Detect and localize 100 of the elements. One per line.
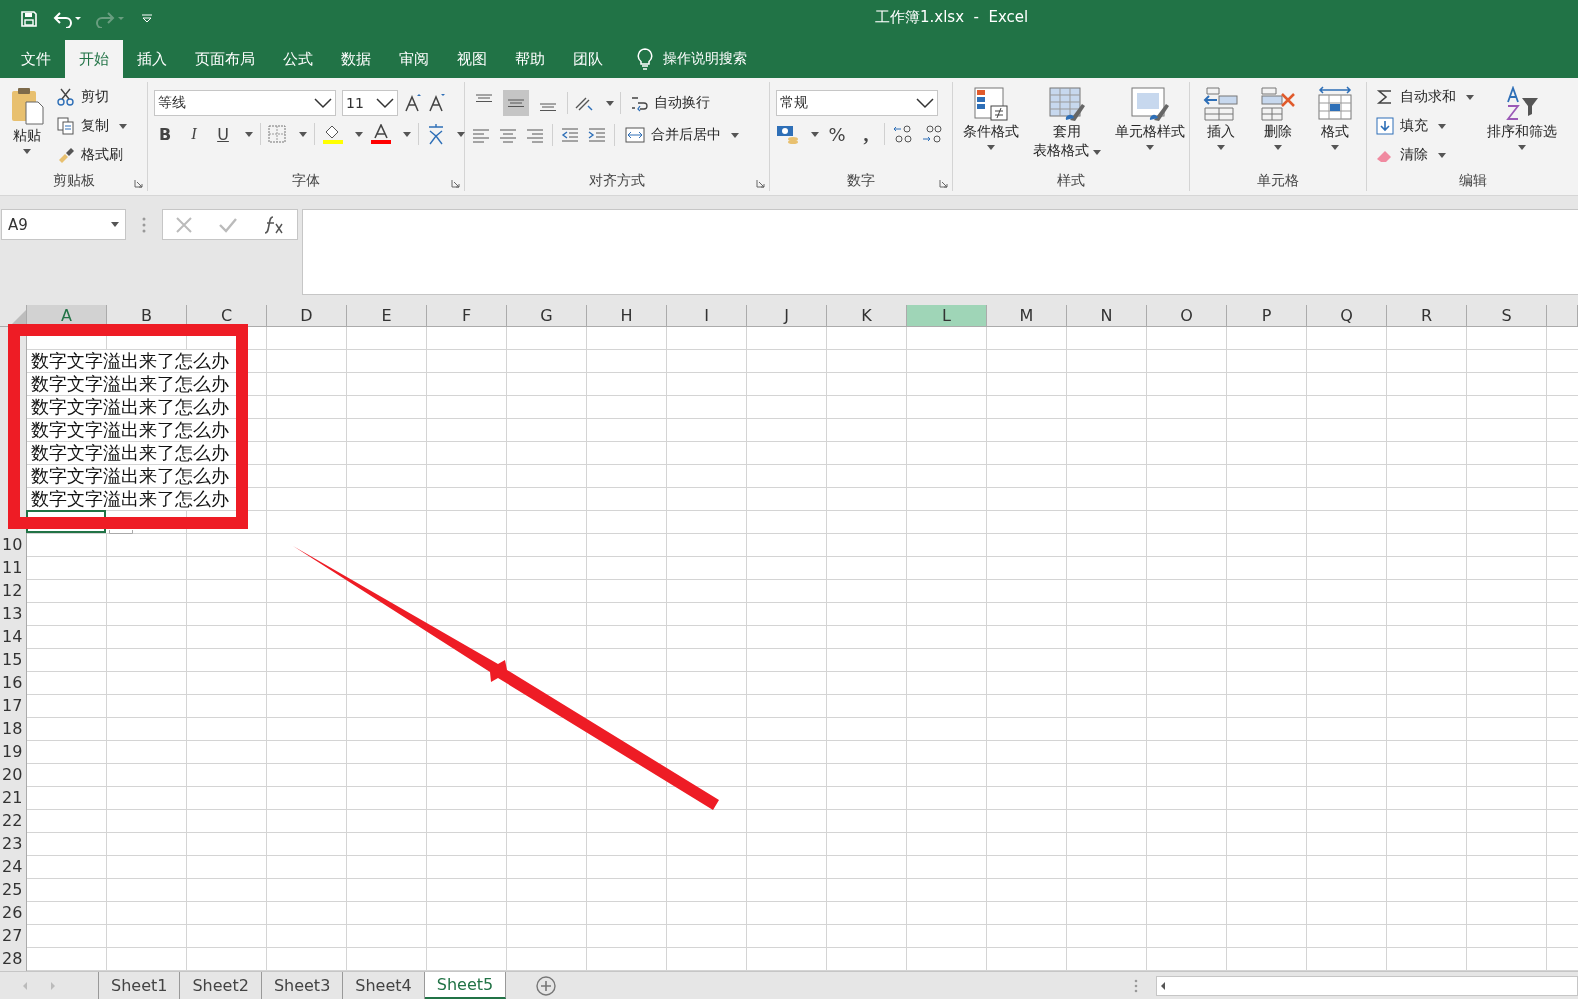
- column-header[interactable]: B: [107, 305, 187, 327]
- ribbon-tab[interactable]: 团队: [559, 40, 617, 78]
- column-header[interactable]: L: [907, 305, 987, 327]
- column-header[interactable]: O: [1147, 305, 1227, 327]
- ribbon-tab[interactable]: 审阅: [385, 40, 443, 78]
- insert-cells-button[interactable]: 插入: [1199, 84, 1244, 152]
- caret-icon[interactable]: [1438, 152, 1446, 158]
- caret-icon[interactable]: [606, 100, 614, 106]
- chevron-down-icon[interactable]: [376, 97, 394, 109]
- column-header[interactable]: E: [347, 305, 427, 327]
- decrease-font-size-icon[interactable]: [428, 93, 446, 113]
- caret-icon[interactable]: [457, 131, 465, 137]
- paste-button[interactable]: 粘贴: [6, 84, 48, 156]
- tell-me-search[interactable]: 操作说明搜索: [663, 50, 747, 68]
- wrap-text-button[interactable]: 自动换行: [627, 90, 713, 116]
- italic-button[interactable]: I: [183, 122, 205, 146]
- caret-icon[interactable]: [987, 145, 995, 150]
- ribbon-tab[interactable]: 数据: [327, 40, 385, 78]
- ribbon-tab[interactable]: 帮助: [501, 40, 559, 78]
- clear-button[interactable]: 清除: [1373, 142, 1477, 168]
- name-box[interactable]: A9: [1, 209, 126, 240]
- bold-button[interactable]: B: [154, 122, 176, 146]
- column-header[interactable]: S: [1467, 305, 1547, 327]
- ribbon-tab[interactable]: 插入: [123, 40, 181, 78]
- column-header[interactable]: F: [427, 305, 507, 327]
- column-header[interactable]: A: [27, 305, 107, 327]
- insert-function-icon[interactable]: [262, 214, 285, 235]
- font-color-icon[interactable]: [370, 124, 392, 144]
- dialog-launcher-icon[interactable]: [134, 179, 143, 188]
- caret-icon[interactable]: [111, 222, 119, 227]
- decrease-decimal-icon[interactable]: [921, 124, 943, 144]
- formula-input[interactable]: [302, 209, 1578, 295]
- column-header[interactable]: I: [667, 305, 747, 327]
- caret-icon[interactable]: [1274, 145, 1282, 150]
- phonetic-guide-icon[interactable]: [426, 123, 446, 145]
- ribbon-tab[interactable]: 文件: [7, 40, 65, 78]
- caret-icon[interactable]: [811, 131, 819, 137]
- increase-decimal-icon[interactable]: [892, 124, 914, 144]
- column-header[interactable]: H: [587, 305, 667, 327]
- fill-button[interactable]: 填充: [1373, 113, 1477, 139]
- column-header[interactable]: N: [1067, 305, 1147, 327]
- sheet-tab[interactable]: Sheet3: [261, 972, 344, 999]
- column-header[interactable]: C: [187, 305, 267, 327]
- save-icon[interactable]: [20, 9, 38, 28]
- decrease-indent-icon[interactable]: [560, 127, 580, 143]
- vertical-align-button[interactable]: [503, 90, 529, 116]
- caret-icon[interactable]: [1093, 150, 1101, 155]
- format-as-table-button[interactable]: 套用 表格格式: [1029, 84, 1105, 162]
- sheet-tab[interactable]: Sheet5: [424, 972, 507, 999]
- chevron-down-icon[interactable]: [314, 97, 332, 109]
- font-size-field[interactable]: 11: [342, 90, 398, 116]
- dialog-launcher-icon[interactable]: [451, 179, 460, 188]
- select-all-corner[interactable]: [0, 305, 27, 327]
- column-header[interactable]: G: [507, 305, 587, 327]
- caret-icon[interactable]: [1330, 145, 1339, 150]
- currency-icon[interactable]: [776, 124, 800, 144]
- format-cells-button[interactable]: 格式: [1312, 84, 1357, 152]
- cut-button[interactable]: 剪切: [54, 84, 130, 110]
- underline-button[interactable]: U: [212, 122, 234, 146]
- column-header[interactable]: M: [987, 305, 1067, 327]
- comma-button[interactable]: ,: [855, 122, 877, 146]
- dialog-launcher-icon[interactable]: [939, 179, 948, 188]
- dialog-launcher-icon[interactable]: [756, 179, 765, 188]
- column-header[interactable]: P: [1227, 305, 1307, 327]
- increase-indent-icon[interactable]: [587, 127, 607, 143]
- sheet-tab[interactable]: Sheet1: [99, 972, 181, 999]
- caret-icon[interactable]: [299, 131, 307, 137]
- selected-cell[interactable]: [26, 510, 106, 533]
- column-header[interactable]: K: [827, 305, 907, 327]
- merge-center-button[interactable]: 合并后居中: [622, 122, 742, 148]
- caret-icon[interactable]: [119, 123, 127, 129]
- column-header[interactable]: R: [1387, 305, 1467, 327]
- cell-styles-button[interactable]: 单元格样式: [1111, 84, 1189, 152]
- ribbon-tab[interactable]: 公式: [269, 40, 327, 78]
- fill-color-icon[interactable]: [322, 124, 344, 144]
- conditional-formatting-button[interactable]: 条件格式: [959, 84, 1023, 152]
- autosum-button[interactable]: 自动求和: [1373, 84, 1477, 110]
- caret-icon[interactable]: [731, 132, 739, 138]
- caret-icon[interactable]: [403, 131, 411, 137]
- ribbon-tab[interactable]: 视图: [443, 40, 501, 78]
- format-painter-button[interactable]: 格式刷: [54, 142, 130, 168]
- caret-icon[interactable]: [23, 149, 31, 154]
- delete-cells-button[interactable]: 删除: [1256, 84, 1300, 152]
- caret-icon[interactable]: [1217, 145, 1226, 150]
- caret-icon[interactable]: [245, 131, 253, 137]
- ribbon-tab[interactable]: 开始: [65, 40, 123, 78]
- caret-icon[interactable]: [355, 131, 363, 137]
- undo-icon[interactable]: [52, 9, 82, 28]
- font-name-field[interactable]: 等线: [154, 90, 336, 116]
- caret-icon[interactable]: [1438, 123, 1446, 129]
- ribbon-tab[interactable]: 页面布局: [181, 40, 269, 78]
- number-format-field[interactable]: 常规: [776, 90, 938, 116]
- column-header[interactable]: Q: [1307, 305, 1387, 327]
- horizontal-scrollbar[interactable]: [1156, 975, 1578, 996]
- caret-icon[interactable]: [1146, 145, 1154, 150]
- sort-filter-button[interactable]: 排序和筛选: [1483, 84, 1561, 152]
- percent-button[interactable]: %: [826, 122, 848, 146]
- copy-button[interactable]: 复制: [54, 113, 130, 139]
- add-sheet-icon[interactable]: [536, 975, 557, 996]
- column-header[interactable]: J: [747, 305, 827, 327]
